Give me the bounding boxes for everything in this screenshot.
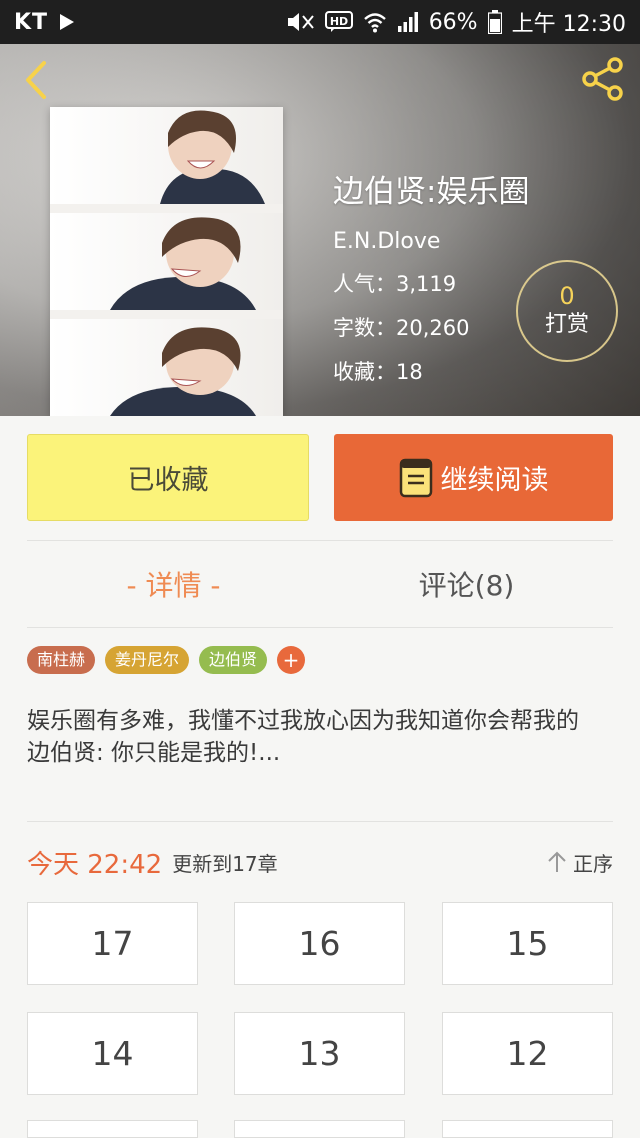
tip-label: 打赏: [544, 312, 589, 337]
update-time: 今天 22:42: [27, 849, 163, 880]
cover-photo-panel: [50, 319, 283, 416]
tag-item[interactable]: 姜丹尼尔: [105, 646, 190, 674]
favorites-stat: 收藏：18: [333, 360, 423, 384]
cover-photo-panel: [50, 107, 283, 204]
tag-list: 南柱赫 姜丹尼尔 边伯贤 +: [27, 646, 306, 674]
description-line: 边伯贤: 你只能是我的!...: [27, 740, 281, 766]
wifi-icon: [363, 10, 387, 34]
continue-reading-button[interactable]: 继续阅读: [334, 434, 613, 521]
popularity-stat: 人气：3,119: [333, 272, 457, 296]
arrow-up-icon: [548, 851, 566, 872]
status-bar: KT HD 66% 上午 12:30: [0, 0, 640, 44]
update-text: 更新到17章: [172, 851, 278, 876]
chapter-item[interactable]: 14: [27, 1012, 198, 1095]
book-author[interactable]: E.N.Dlove: [333, 229, 529, 254]
mute-icon: [285, 10, 315, 34]
sort-button[interactable]: 正序: [547, 848, 613, 877]
divider: [27, 627, 613, 628]
continue-reading-label: 继续阅读: [440, 465, 549, 496]
book-icon: [399, 458, 432, 497]
divider: [27, 821, 613, 822]
cover-photo-panel: [50, 213, 283, 310]
chapter-item[interactable]: 17: [27, 902, 198, 985]
chapter-item[interactable]: 16: [234, 902, 405, 985]
word-count-stat: 字数：20,260: [333, 316, 470, 340]
back-arrow-icon: [26, 61, 46, 99]
book-cover-image[interactable]: [50, 107, 283, 416]
description-line: 娱乐圈有多难，我懂不过我放心因为我知道你会帮我的: [27, 708, 579, 734]
share-button[interactable]: [578, 54, 628, 104]
tag-item[interactable]: 南柱赫: [27, 646, 96, 674]
update-info: 今天 22:42 更新到17章 正序: [27, 842, 613, 882]
detail-tabs: - 详情 - 评论(8): [27, 541, 613, 627]
book-title: 边伯贤:娱乐圈: [333, 174, 530, 210]
chapter-item[interactable]: 12: [442, 1012, 613, 1095]
chapter-item[interactable]: 13: [234, 1012, 405, 1095]
tag-item[interactable]: 边伯贤: [199, 646, 268, 674]
chapter-item[interactable]: 15: [442, 902, 613, 985]
tip-button[interactable]: 0 打赏: [516, 260, 618, 362]
share-icon: [582, 57, 623, 101]
action-buttons: 已收藏 继续阅读: [27, 434, 613, 521]
signal-icon: [397, 11, 419, 33]
sort-label: 正序: [573, 851, 613, 876]
book-header: 边伯贤:娱乐圈 E.N.Dlove 人气：3,119 字数：20,260 收藏：…: [0, 44, 640, 416]
svg-text:HD: HD: [330, 15, 348, 28]
battery-percent: 66%: [428, 9, 478, 35]
add-tag-button[interactable]: +: [277, 646, 306, 674]
chapter-item-partial[interactable]: [234, 1120, 405, 1138]
favorited-button[interactable]: 已收藏: [27, 434, 309, 521]
book-info: 边伯贤:娱乐圈 E.N.Dlove 人气：3,119 字数：20,260 收藏：…: [333, 166, 529, 400]
play-icon: [58, 12, 76, 32]
tip-count: 0: [559, 282, 575, 310]
clock: 上午 12:30: [511, 12, 626, 37]
hd-voice-icon: HD: [324, 11, 353, 33]
carrier-label: KT: [14, 9, 49, 35]
chapter-item-partial[interactable]: [442, 1120, 613, 1138]
back-button[interactable]: [16, 58, 56, 102]
tab-comments[interactable]: 评论(8): [320, 541, 613, 627]
battery-icon: [487, 10, 502, 34]
book-description[interactable]: 娱乐圈有多难，我懂不过我放心因为我知道你会帮我的 边伯贤: 你只能是我的!...: [27, 705, 617, 769]
chapter-item-partial[interactable]: [27, 1120, 198, 1138]
tab-detail[interactable]: - 详情 -: [27, 541, 320, 627]
